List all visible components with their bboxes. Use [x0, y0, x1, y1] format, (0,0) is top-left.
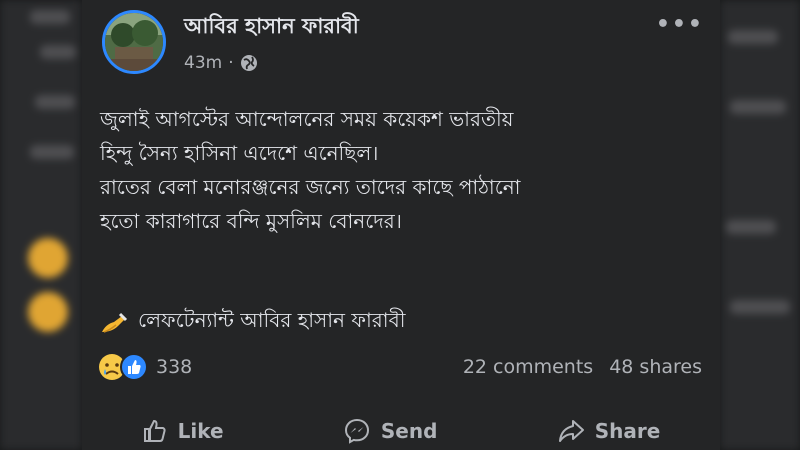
post-stats: 22 comments 48 shares	[463, 356, 702, 378]
reactions-summary[interactable]: 338	[98, 353, 192, 381]
author-name[interactable]: আবির হাসান ফারাবী	[184, 10, 359, 45]
send-label: Send	[380, 419, 438, 443]
post-actions: Like Send Share	[82, 412, 720, 450]
post-body: জুলাই আগস্টের আন্দোলনের সময় কয়েকশ ভারত…	[100, 102, 712, 238]
send-button[interactable]: Send	[343, 417, 438, 445]
more-options-button[interactable]: •••	[656, 14, 704, 36]
avatar[interactable]	[102, 10, 166, 74]
shares-count-link[interactable]: 48 shares	[609, 356, 702, 378]
thumbs-up-icon	[142, 418, 168, 444]
share-button[interactable]: Share	[557, 418, 661, 444]
post-signature: লেফটেন্যান্ট আবির হাসান ফারাবী	[100, 306, 405, 339]
comments-count-link[interactable]: 22 comments	[463, 356, 593, 378]
globe-icon[interactable]	[240, 54, 258, 72]
post-line: রাতের বেলা মনোরঞ্জনের জন্যে তাদের কাছে প…	[100, 175, 521, 199]
background-blur-left	[0, 0, 82, 450]
post-meta: 43m ·	[184, 53, 258, 73]
reaction-count: 338	[156, 356, 193, 378]
post-card: আবির হাসান ফারাবী 43m · ••• জুলাই আগস্টে…	[82, 0, 720, 450]
like-reaction-icon	[120, 353, 148, 381]
post-line: হিন্দু সৈন্য হাসিনা এদেশে এনেছিল।	[100, 141, 379, 165]
post-time[interactable]: 43m	[184, 53, 222, 73]
share-arrow-icon	[557, 418, 585, 444]
like-label: Like	[177, 419, 224, 443]
post-line: জুলাই আগস্টের আন্দোলনের সময় কয়েকশ ভারত…	[100, 107, 514, 131]
background-blur-right	[720, 0, 800, 450]
post-line: হতো কারাগারে বন্দি মুসলিম বোনদের।	[100, 209, 402, 233]
writing-hand-icon	[100, 310, 128, 336]
share-label: Share	[594, 419, 661, 443]
separator-dot: ·	[228, 53, 234, 73]
signature-text: লেফটেন্যান্ট আবির হাসান ফারাবী	[138, 308, 406, 332]
like-button[interactable]: Like	[142, 418, 224, 444]
messenger-icon	[343, 417, 371, 445]
